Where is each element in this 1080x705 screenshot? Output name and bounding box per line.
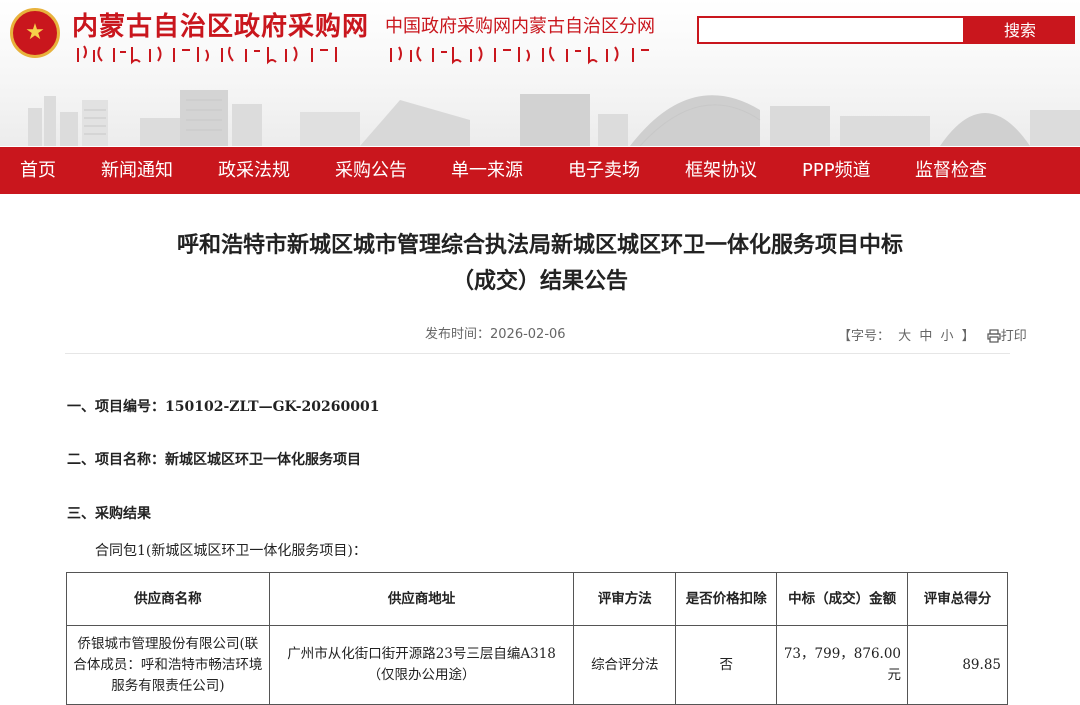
page-title-line1: 呼和浩特市新城区城市管理综合执法局新城区城区环卫一体化服务项目中标	[176, 233, 903, 258]
table-header-row: 供应商名称 供应商地址 评审方法 是否价格扣除 中标（成交）金额 评审总得分	[66, 572, 1008, 626]
font-size-medium[interactable]: 中	[919, 329, 932, 344]
page-title-line2: （成交）结果公告	[451, 269, 628, 294]
col-score: 评审总得分	[907, 572, 1008, 626]
site-banner: ★ 内蒙古自治区政府采购网 中国政府采购网内蒙古自治区分网 搜索	[0, 0, 1080, 146]
nav-item-news[interactable]: 新闻通知	[101, 147, 173, 194]
col-amount: 中标（成交）金额	[776, 572, 909, 626]
publish-time: 发布时间：2026-02-06	[425, 323, 566, 342]
cell-price-deduction: 否	[675, 625, 778, 705]
col-supplier: 供应商名称	[66, 572, 270, 626]
national-emblem-icon: ★	[10, 8, 60, 58]
page-title: 呼和浩特市新城区城市管理综合执法局新城区城区环卫一体化服务项目中标 （成交）结果…	[0, 228, 1080, 300]
nav-item-e-mall[interactable]: 电子卖场	[568, 147, 640, 194]
col-method: 评审方法	[573, 572, 677, 626]
title-divider	[65, 353, 1010, 354]
cell-supplier: 侨银城市管理股份有限公司(联合体成员：呼和浩特市畅洁环境服务有限责任公司)	[66, 625, 270, 705]
nav-item-single-source[interactable]: 单一来源	[451, 147, 523, 194]
search-input[interactable]	[697, 16, 965, 44]
project-name: 二、项目名称：新城区城区环卫一体化服务项目	[67, 449, 361, 469]
nav-item-supervision[interactable]: 监督检查	[915, 147, 987, 194]
result-table: 供应商名称 供应商地址 评审方法 是否价格扣除 中标（成交）金额 评审总得分 侨…	[66, 572, 1008, 705]
nav-item-home[interactable]: 首页	[20, 147, 56, 194]
font-size-large[interactable]: 大	[898, 329, 911, 344]
contract-package: 合同包1(新城区城区环卫一体化服务项目)：	[95, 543, 367, 559]
cell-method: 综合评分法	[573, 625, 677, 705]
project-number-label: 一、项目编号：	[67, 399, 165, 415]
procurement-result-heading: 三、采购结果	[67, 506, 151, 522]
nav-item-framework[interactable]: 框架协议	[685, 147, 757, 194]
city-skyline-illustration	[28, 90, 1080, 146]
cell-score: 89.85	[907, 625, 1008, 705]
site-title: 内蒙古自治区政府采购网	[72, 12, 370, 42]
col-price-deduction: 是否价格扣除	[675, 572, 778, 626]
cell-address: 广州市从化街口街开源路23号三层自编A318（仅限办公用途）	[268, 625, 575, 705]
search-button[interactable]: 搜索	[965, 16, 1075, 44]
table-row: 侨银城市管理股份有限公司(联合体成员：呼和浩特市畅洁环境服务有限责任公司) 广州…	[66, 625, 1008, 705]
font-size-end: 】	[961, 329, 975, 344]
nav-item-ppp[interactable]: PPP频道	[802, 147, 871, 194]
nav-item-regulations[interactable]: 政采法规	[218, 147, 290, 194]
print-icon	[987, 329, 1001, 343]
project-number: 一、项目编号：150102-ZLT—GK-20260001	[67, 396, 379, 416]
site-subtitle: 中国政府采购网内蒙古自治区分网	[385, 16, 655, 37]
article-tools: 【字号： 大 中 小 】 打印	[838, 325, 1035, 344]
project-number-value: 150102-ZLT—GK-20260001	[165, 399, 380, 415]
font-size-label: 【字号：	[838, 329, 891, 344]
project-name-label: 二、项目名称：	[67, 452, 165, 468]
main-nav: 首页 新闻通知 政采法规 采购公告 单一来源 电子卖场 框架协议 PPP频道 监…	[0, 147, 1080, 194]
col-address: 供应商地址	[268, 572, 575, 626]
project-name-value: 新城区城区环卫一体化服务项目	[165, 452, 361, 468]
font-size-small[interactable]: 小	[940, 329, 953, 344]
cell-amount: 73，799，876.00元	[776, 625, 909, 705]
print-button[interactable]: 打印	[983, 329, 1031, 344]
publish-date: 2026-02-06	[490, 327, 566, 342]
print-label: 打印	[1000, 329, 1027, 344]
publish-label: 发布时间：	[425, 327, 491, 342]
nav-item-procurement-notices[interactable]: 采购公告	[335, 147, 407, 194]
